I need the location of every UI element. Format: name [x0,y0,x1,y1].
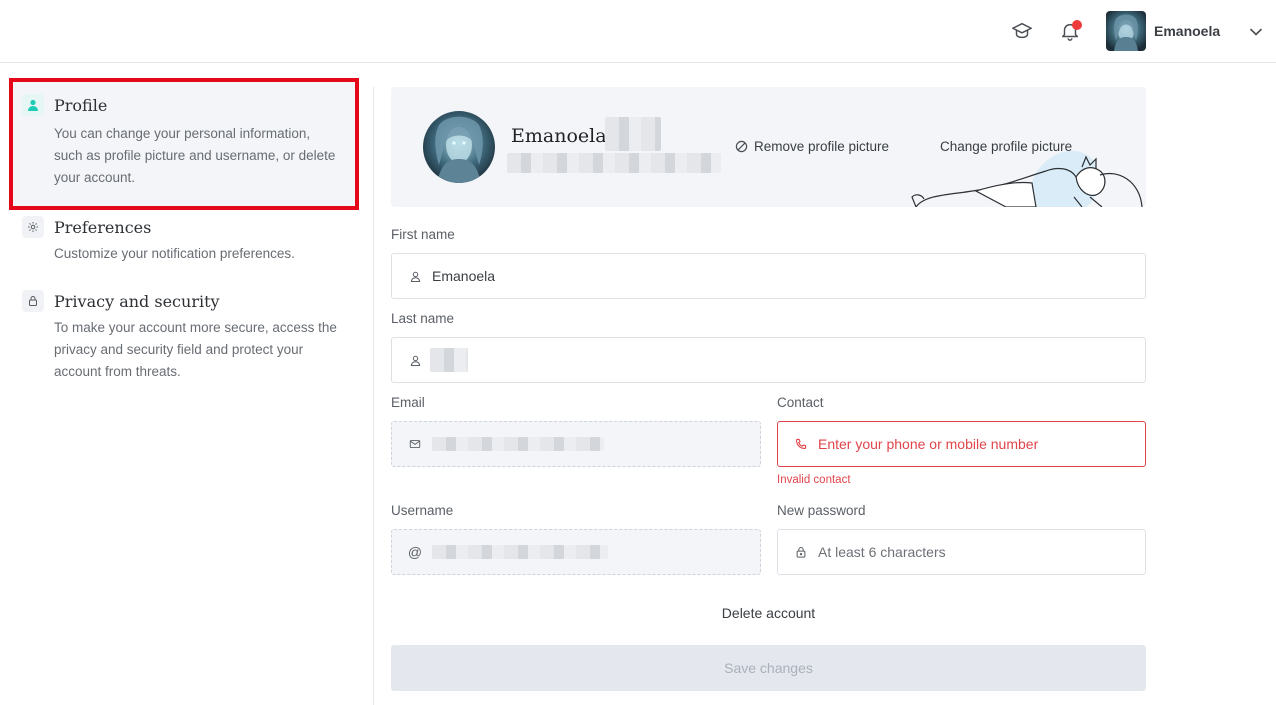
sidebar-item-description: Customize your notification preferences. [54,246,295,261]
redacted-username-value [432,545,608,559]
chevron-down-icon[interactable] [1246,22,1266,42]
first-name-field[interactable] [391,253,1146,299]
avatar[interactable] [1106,11,1146,51]
new-password-input[interactable] [818,530,1145,574]
new-password-label: New password [777,503,866,518]
lock-icon [22,290,44,312]
contact-field[interactable] [777,421,1146,467]
redacted-email [507,153,721,173]
user-icon [408,353,422,367]
redacted-last-name [430,348,468,372]
sidebar-item-title: Privacy and security [54,292,220,311]
username-field: @ [391,529,761,575]
reclining-person-illustration [911,150,1143,207]
delete-account-button[interactable]: Delete account [391,605,1146,621]
sidebar-item-privacy-security[interactable]: Privacy and security To make your accoun… [12,277,356,397]
user-name: Emanoela [1154,23,1221,39]
top-bar: Emanoela [0,0,1276,63]
redacted-surname [605,117,661,151]
last-name-field[interactable] [391,337,1146,383]
contact-error: Invalid contact [777,474,851,486]
sidebar-item-preferences[interactable]: Preferences Customize your notification … [12,203,356,279]
at-icon: @ [407,544,423,560]
profile-avatar [423,111,495,183]
email-field [391,421,761,467]
user-icon [22,94,44,116]
graduation-cap-icon[interactable] [1009,18,1035,44]
notification-badge [1072,20,1082,30]
last-name-label: Last name [391,311,455,326]
sidebar-item-description: To make your account more secure, access… [54,320,337,379]
new-password-field[interactable] [777,529,1146,575]
gear-icon [22,216,44,238]
profile-name: Emanoela [511,125,607,147]
sidebar-item-description: You can change your personal information… [54,126,336,185]
first-name-input[interactable] [432,254,1145,298]
sidebar-item-title: Preferences [54,218,152,237]
remove-icon [735,140,748,153]
username-label: Username [391,503,454,518]
mail-icon [408,437,422,451]
lock-icon [794,545,808,559]
first-name-label: First name [391,227,455,242]
save-changes-button[interactable]: Save changes [391,645,1146,691]
sidebar-divider [373,87,374,705]
notifications-button[interactable] [1057,18,1083,44]
sidebar-item-title: Profile [54,96,108,115]
contact-label: Contact [777,395,824,410]
sidebar-item-profile[interactable]: Profile You can change your personal inf… [9,78,359,210]
email-label: Email [391,395,425,410]
redacted-email-value [432,437,604,451]
user-icon [408,269,422,283]
profile-banner: Emanoela Remove profile picture Change p… [391,87,1146,207]
phone-icon [794,437,808,451]
contact-input[interactable] [818,422,1145,466]
